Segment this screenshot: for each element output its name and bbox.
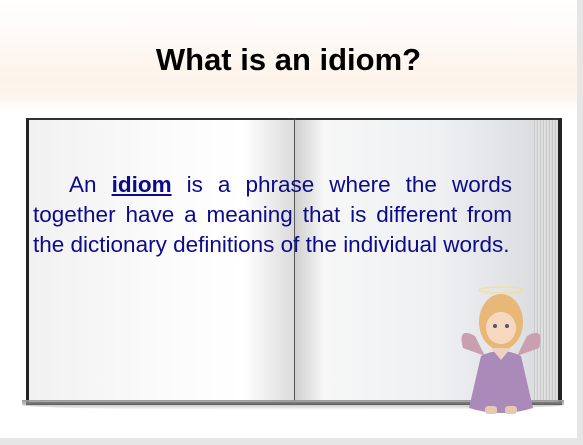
book-left-page bbox=[26, 118, 297, 405]
angel-figurine-image bbox=[461, 286, 541, 414]
definition-prefix: An bbox=[69, 172, 97, 197]
definition-text: An idiom is a phrase where the words tog… bbox=[33, 170, 512, 260]
idiom-term: idiom bbox=[111, 172, 172, 197]
definition-suffix: is a phrase where the words together hav… bbox=[33, 172, 512, 257]
slide: What is an idiom? An idiom is a phrase w… bbox=[0, 0, 577, 438]
slide-title: What is an idiom? bbox=[155, 42, 422, 77]
